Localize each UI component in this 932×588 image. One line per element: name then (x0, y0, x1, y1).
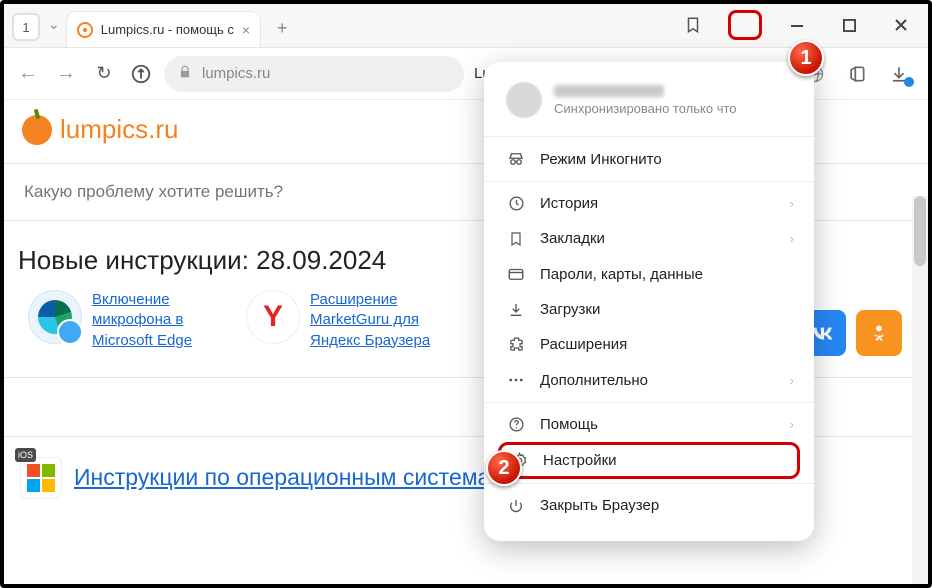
new-tab-button[interactable]: + (267, 13, 297, 43)
main-menu-button[interactable] (728, 10, 762, 40)
menu-bookmarks[interactable]: Закладки › (484, 221, 814, 256)
chevron-right-icon: › (790, 231, 794, 246)
reader-mode-icon[interactable] (844, 61, 870, 87)
os-composite-icon (20, 457, 62, 499)
orange-logo-icon (22, 115, 52, 145)
menu-label: Закладки (540, 230, 605, 247)
chevron-right-icon: › (790, 196, 794, 211)
chevron-right-icon: › (790, 373, 794, 388)
scrollbar-track[interactable] (912, 196, 928, 584)
menu-more[interactable]: Дополнительно › (484, 362, 814, 398)
address-bar[interactable]: lumpics.ru (164, 56, 464, 92)
menu-extensions[interactable]: Расширения (484, 327, 814, 362)
menu-label: История (540, 195, 598, 212)
bookmark-icon (506, 231, 526, 247)
article-card[interactable]: Y Расширение MarketGuru для Яндекс Брауз… (246, 290, 446, 351)
menu-passwords[interactable]: Пароли, карты, данные (484, 256, 814, 292)
tab-strip: 1 ⌄ Lumpics.ru - помощь с × + (4, 4, 928, 48)
menu-incognito[interactable]: Режим Инкогнито (484, 141, 814, 177)
callout-badge-2: 2 (486, 450, 522, 486)
menu-help[interactable]: Помощь › (484, 407, 814, 442)
window-minimize-button[interactable] (780, 10, 814, 40)
nav-forward-button: → (52, 62, 80, 85)
menu-label: Настройки (543, 452, 617, 469)
article-link[interactable]: Включение микрофона в Microsoft Edge (92, 290, 228, 351)
menu-label: Закрыть Браузер (540, 497, 659, 514)
main-menu-dropdown: Синхронизировано только что Режим Инкогн… (484, 62, 814, 541)
menu-history[interactable]: История › (484, 186, 814, 221)
tab-title: Lumpics.ru - помощь с (101, 22, 234, 37)
tab-dropdown-chevron[interactable]: ⌄ (48, 16, 60, 33)
menu-label: Помощь (540, 416, 598, 433)
article-card[interactable]: Включение микрофона в Microsoft Edge (28, 290, 228, 351)
edge-icon (28, 290, 82, 344)
incognito-icon (506, 150, 526, 168)
window-close-button[interactable] (884, 10, 918, 40)
menu-label: Режим Инкогнито (540, 151, 662, 168)
address-host: lumpics.ru (202, 65, 270, 82)
more-icon (506, 371, 526, 389)
extensions-icon (506, 336, 526, 353)
menu-label: Пароли, карты, данные (540, 266, 703, 283)
help-icon (506, 416, 526, 433)
window-maximize-button[interactable] (832, 10, 866, 40)
os-heading-link[interactable]: Инструкции по операционным системам (74, 464, 506, 491)
hamburger-icon (731, 10, 759, 40)
menu-label: Дополнительно (540, 372, 648, 389)
bookmark-titlebar-icon[interactable] (676, 10, 710, 40)
menu-downloads[interactable]: Загрузки (484, 292, 814, 327)
history-icon (506, 195, 526, 212)
menu-user-row[interactable]: Синхронизировано только что (484, 76, 814, 132)
sync-status: Синхронизировано только что (554, 101, 737, 116)
article-link[interactable]: Расширение MarketGuru для Яндекс Браузер… (310, 290, 446, 351)
callout-badge-1: 1 (788, 40, 824, 76)
yandex-home-icon[interactable] (128, 61, 154, 87)
tab-favicon (77, 22, 93, 38)
tab-counter[interactable]: 1 (12, 13, 40, 41)
nav-back-button[interactable]: ← (14, 62, 42, 85)
menu-close-browser[interactable]: Закрыть Браузер (484, 488, 814, 523)
ok-share-button[interactable] (856, 310, 902, 356)
menu-settings[interactable]: Настройки (498, 442, 800, 479)
browser-tab-active[interactable]: Lumpics.ru - помощь с × (66, 11, 261, 47)
yandex-browser-icon: Y (246, 290, 300, 344)
menu-label: Загрузки (540, 301, 600, 318)
lock-icon (178, 65, 192, 82)
download-icon (506, 302, 526, 318)
site-logo-text: lumpics.ru (60, 114, 178, 145)
downloads-icon[interactable] (886, 61, 912, 87)
power-icon (506, 498, 526, 514)
card-icon (506, 265, 526, 283)
chevron-right-icon: › (790, 417, 794, 432)
reload-button[interactable]: ↻ (90, 63, 118, 84)
menu-label: Расширения (540, 336, 627, 353)
tab-close-icon[interactable]: × (242, 22, 250, 38)
scrollbar-thumb[interactable] (914, 196, 926, 266)
user-avatar (506, 82, 542, 118)
user-name-blurred (554, 85, 664, 97)
